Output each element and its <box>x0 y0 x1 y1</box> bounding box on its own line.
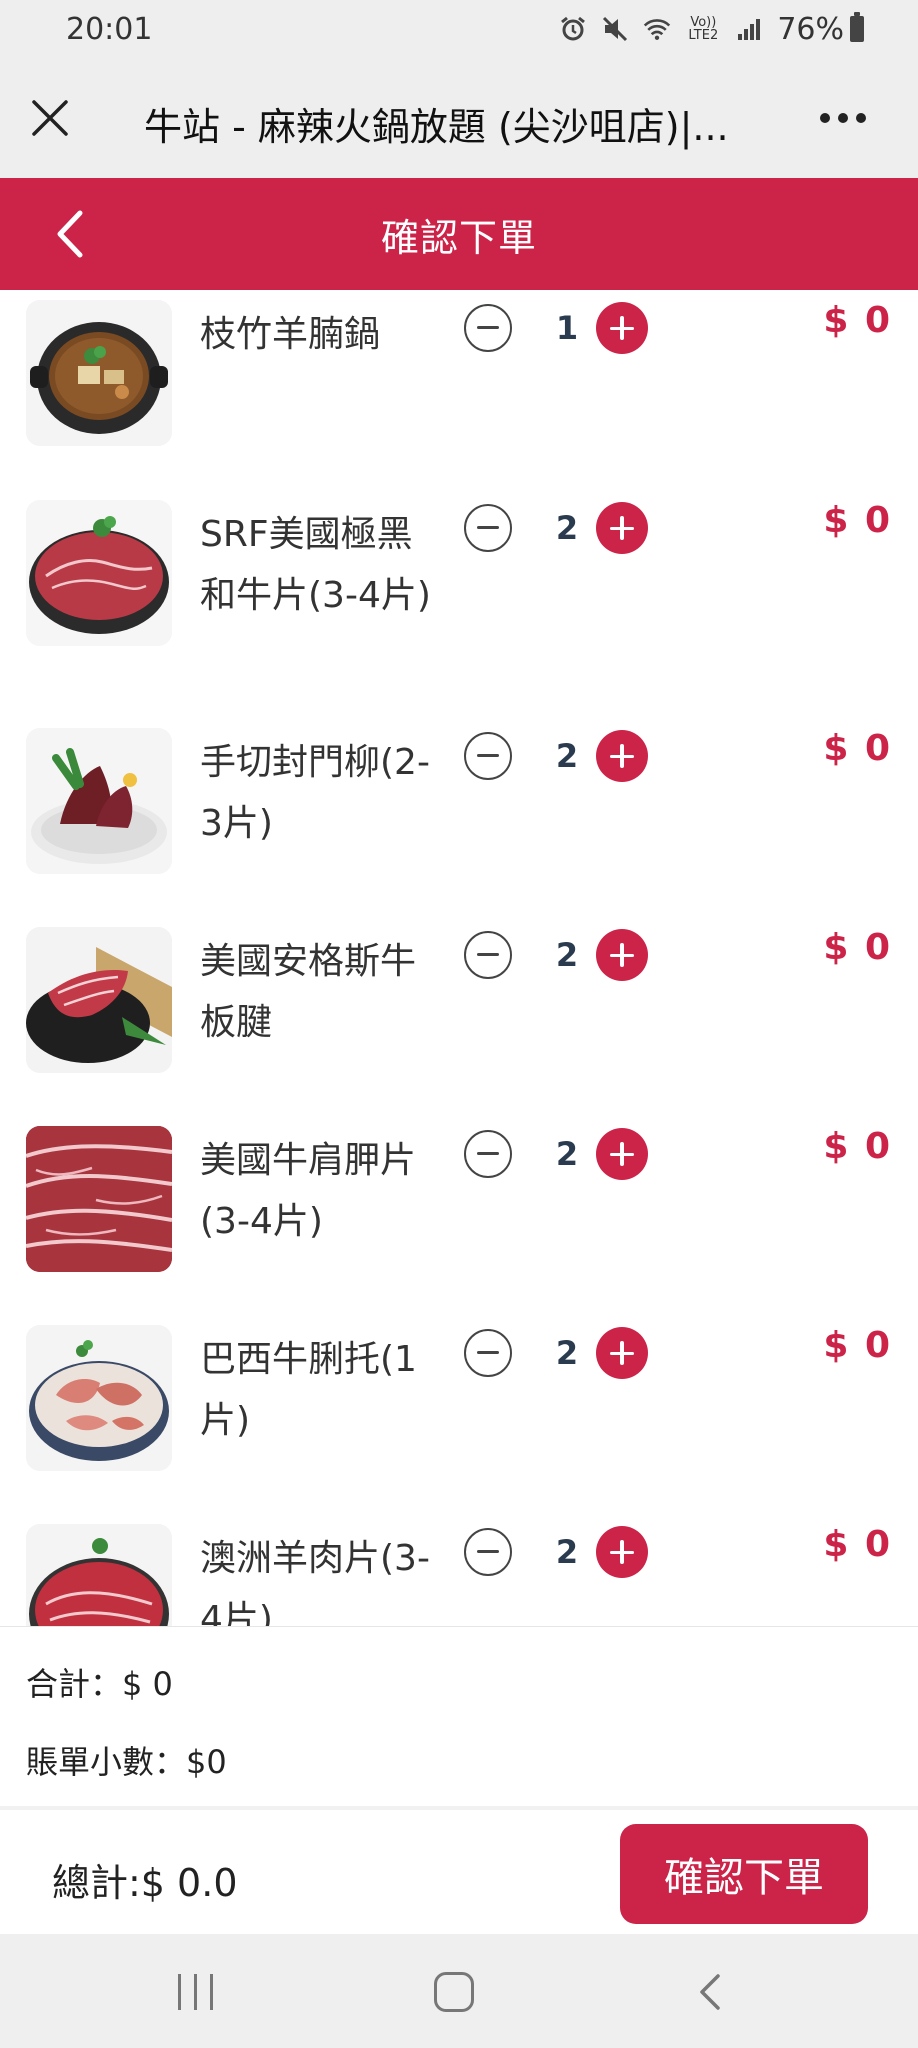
item-quantity: 2 <box>555 737 579 775</box>
item-name: 美國牛肩胛片(3-4片) <box>200 1140 417 1242</box>
signal-icon <box>735 15 763 43</box>
quantity-stepper: 2 <box>462 927 652 983</box>
increase-quantity-button[interactable] <box>596 502 648 554</box>
lamb-pot-photo <box>26 300 172 446</box>
quantity-stepper: 1 <box>462 300 652 356</box>
screen: 20:01 Vo)) LTE2 76% 牛站 - 麻辣火鍋放題 (尖沙咀店)|.… <box>0 0 918 2048</box>
quantity-stepper: 2 <box>462 728 652 784</box>
back-arrow-icon <box>700 1974 720 2010</box>
battery-icon <box>850 12 864 42</box>
increase-quantity-button[interactable] <box>596 1327 648 1379</box>
status-time: 20:01 <box>66 11 153 47</box>
item-price: $ 0 <box>823 1126 892 1167</box>
quantity-stepper: 2 <box>462 1325 652 1381</box>
lamb-slices-photo <box>26 1524 172 1626</box>
item-quantity: 2 <box>555 509 579 547</box>
webview-title: 牛站 - 麻辣火鍋放題 (尖沙咀店)|... <box>144 105 729 149</box>
chevron-left-icon <box>57 210 83 258</box>
decrease-quantity-button[interactable] <box>464 732 512 780</box>
wagyu-slices-photo <box>26 500 172 646</box>
status-bar: 20:01 Vo)) LTE2 76% <box>0 0 918 58</box>
close-button[interactable] <box>26 94 74 142</box>
item-price: $ 0 <box>823 927 892 968</box>
status-icons: Vo)) LTE2 76% <box>559 12 864 47</box>
order-item: 巴西牛脷托(1片) 2 $ 0 <box>0 1301 918 1501</box>
beef-tongue-photo <box>26 1325 172 1471</box>
battery-percent: 76% <box>777 11 844 47</box>
quantity-stepper: 2 <box>462 1524 652 1580</box>
page-title: 確認下單 <box>380 215 537 260</box>
system-back-button[interactable] <box>690 1970 734 2014</box>
item-name: 澳洲羊肉片(3-4片) <box>200 1538 430 1626</box>
order-item: 美國牛肩胛片(3-4片) 2 $ 0 <box>0 1102 918 1302</box>
item-quantity: 2 <box>555 936 579 974</box>
item-price: $ 0 <box>823 728 892 769</box>
item-quantity: 2 <box>555 1135 579 1173</box>
decrease-quantity-button[interactable] <box>464 304 512 352</box>
decrease-quantity-button[interactable] <box>464 931 512 979</box>
order-list: 枝竹羊腩鍋 1 $ 0 SRF美國極黑和牛片(3-4片) 2 $ 0 手切封門柳… <box>0 290 918 1626</box>
home-button[interactable] <box>434 1972 474 2012</box>
item-name: SRF美國極黑和牛片(3-4片) <box>200 514 431 616</box>
recent-apps-button[interactable] <box>176 1974 216 2010</box>
bill-decimal-text: 賬單小數：$0 <box>26 1743 227 1781</box>
alarm-icon <box>559 15 587 43</box>
order-item: 澳洲羊肉片(3-4片) 2 $ 0 <box>0 1500 918 1626</box>
grand-total: 總計:$ 0.0 <box>52 1861 238 1905</box>
recent-apps-icon <box>178 1974 181 2010</box>
order-item: 手切封門柳(2-3片) 2 $ 0 <box>0 704 918 904</box>
more-dots-icon <box>820 113 830 123</box>
back-button[interactable] <box>44 206 100 262</box>
close-icon <box>32 100 68 136</box>
increase-quantity-button[interactable] <box>596 302 648 354</box>
item-price: $ 0 <box>823 1524 892 1565</box>
decrease-quantity-button[interactable] <box>464 504 512 552</box>
order-item: 美國安格斯牛板腱 2 $ 0 <box>0 903 918 1103</box>
battery-indicator: 76% <box>777 12 864 47</box>
mute-icon <box>601 15 629 43</box>
item-price: $ 0 <box>823 500 892 541</box>
order-summary: 合計：$ 0 賬單小數：$0 <box>0 1626 918 1806</box>
chuck-slices-photo <box>26 1126 172 1272</box>
quantity-stepper: 2 <box>462 1126 652 1182</box>
quantity-stepper: 2 <box>462 500 652 556</box>
item-price: $ 0 <box>823 300 892 341</box>
order-item: SRF美國極黑和牛片(3-4片) 2 $ 0 <box>0 476 918 676</box>
decrease-quantity-button[interactable] <box>464 1329 512 1377</box>
checkout-bar: 總計:$ 0.0 確認下單 <box>0 1806 918 1934</box>
app-bar: 確認下單 <box>0 178 918 290</box>
webview-header: 牛站 - 麻辣火鍋放題 (尖沙咀店)|... <box>0 58 918 178</box>
item-name: 枝竹羊腩鍋 <box>200 314 381 355</box>
increase-quantity-button[interactable] <box>596 929 648 981</box>
wifi-icon <box>643 15 671 43</box>
subtotal-text: 合計：$ 0 <box>26 1665 173 1703</box>
increase-quantity-button[interactable] <box>596 730 648 782</box>
confirm-order-button[interactable]: 確認下單 <box>620 1824 868 1924</box>
increase-quantity-button[interactable] <box>596 1526 648 1578</box>
item-name: 手切封門柳(2-3片) <box>200 742 430 844</box>
item-quantity: 2 <box>555 1334 579 1372</box>
skirt-steak-photo <box>26 728 172 874</box>
angus-beef-photo <box>26 927 172 1073</box>
item-quantity: 1 <box>555 309 579 347</box>
decrease-quantity-button[interactable] <box>464 1528 512 1576</box>
order-item: 枝竹羊腩鍋 1 $ 0 <box>0 290 918 476</box>
item-name: 巴西牛脷托(1片) <box>200 1339 417 1441</box>
item-name: 美國安格斯牛板腱 <box>200 941 417 1043</box>
more-options-button[interactable] <box>808 98 878 138</box>
network-label: Vo)) LTE2 <box>688 15 719 43</box>
item-price: $ 0 <box>823 1325 892 1366</box>
increase-quantity-button[interactable] <box>596 1128 648 1180</box>
item-quantity: 2 <box>555 1533 579 1571</box>
decrease-quantity-button[interactable] <box>464 1130 512 1178</box>
system-nav-bar <box>0 1934 918 2048</box>
